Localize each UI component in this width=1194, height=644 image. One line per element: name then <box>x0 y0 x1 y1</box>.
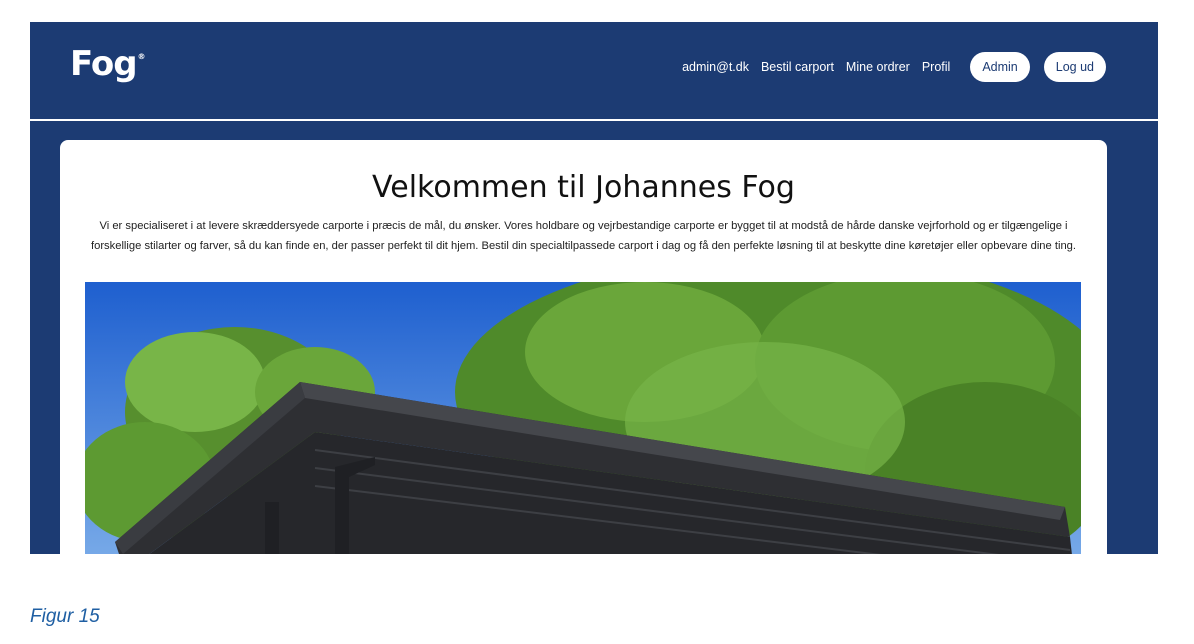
main-nav: admin@t.dk Bestil carport Mine ordrer Pr… <box>670 52 1106 82</box>
logout-button[interactable]: Log ud <box>1043 52 1106 82</box>
nav-user-email[interactable]: admin@t.dk <box>682 60 749 74</box>
welcome-card: Velkommen til Johannes Fog Vi er special… <box>60 140 1107 554</box>
carport-hero-image <box>85 282 1081 554</box>
intro-text: Vi er specialiseret i at levere skrædder… <box>90 220 1076 252</box>
admin-button[interactable]: Admin <box>970 52 1030 82</box>
nav-order-carport[interactable]: Bestil carport <box>761 60 834 74</box>
browser-viewport: Fog® admin@t.dk Bestil carport Mine ordr… <box>30 22 1158 554</box>
nav-profile[interactable]: Profil <box>922 60 950 74</box>
nav-my-orders[interactable]: Mine ordrer <box>846 60 910 74</box>
page-title: Velkommen til Johannes Fog <box>372 170 795 205</box>
top-navbar: Fog® admin@t.dk Bestil carport Mine ordr… <box>30 22 1158 121</box>
figure-caption: Figur 15 <box>30 606 100 627</box>
fog-logo[interactable]: Fog® <box>70 44 146 84</box>
